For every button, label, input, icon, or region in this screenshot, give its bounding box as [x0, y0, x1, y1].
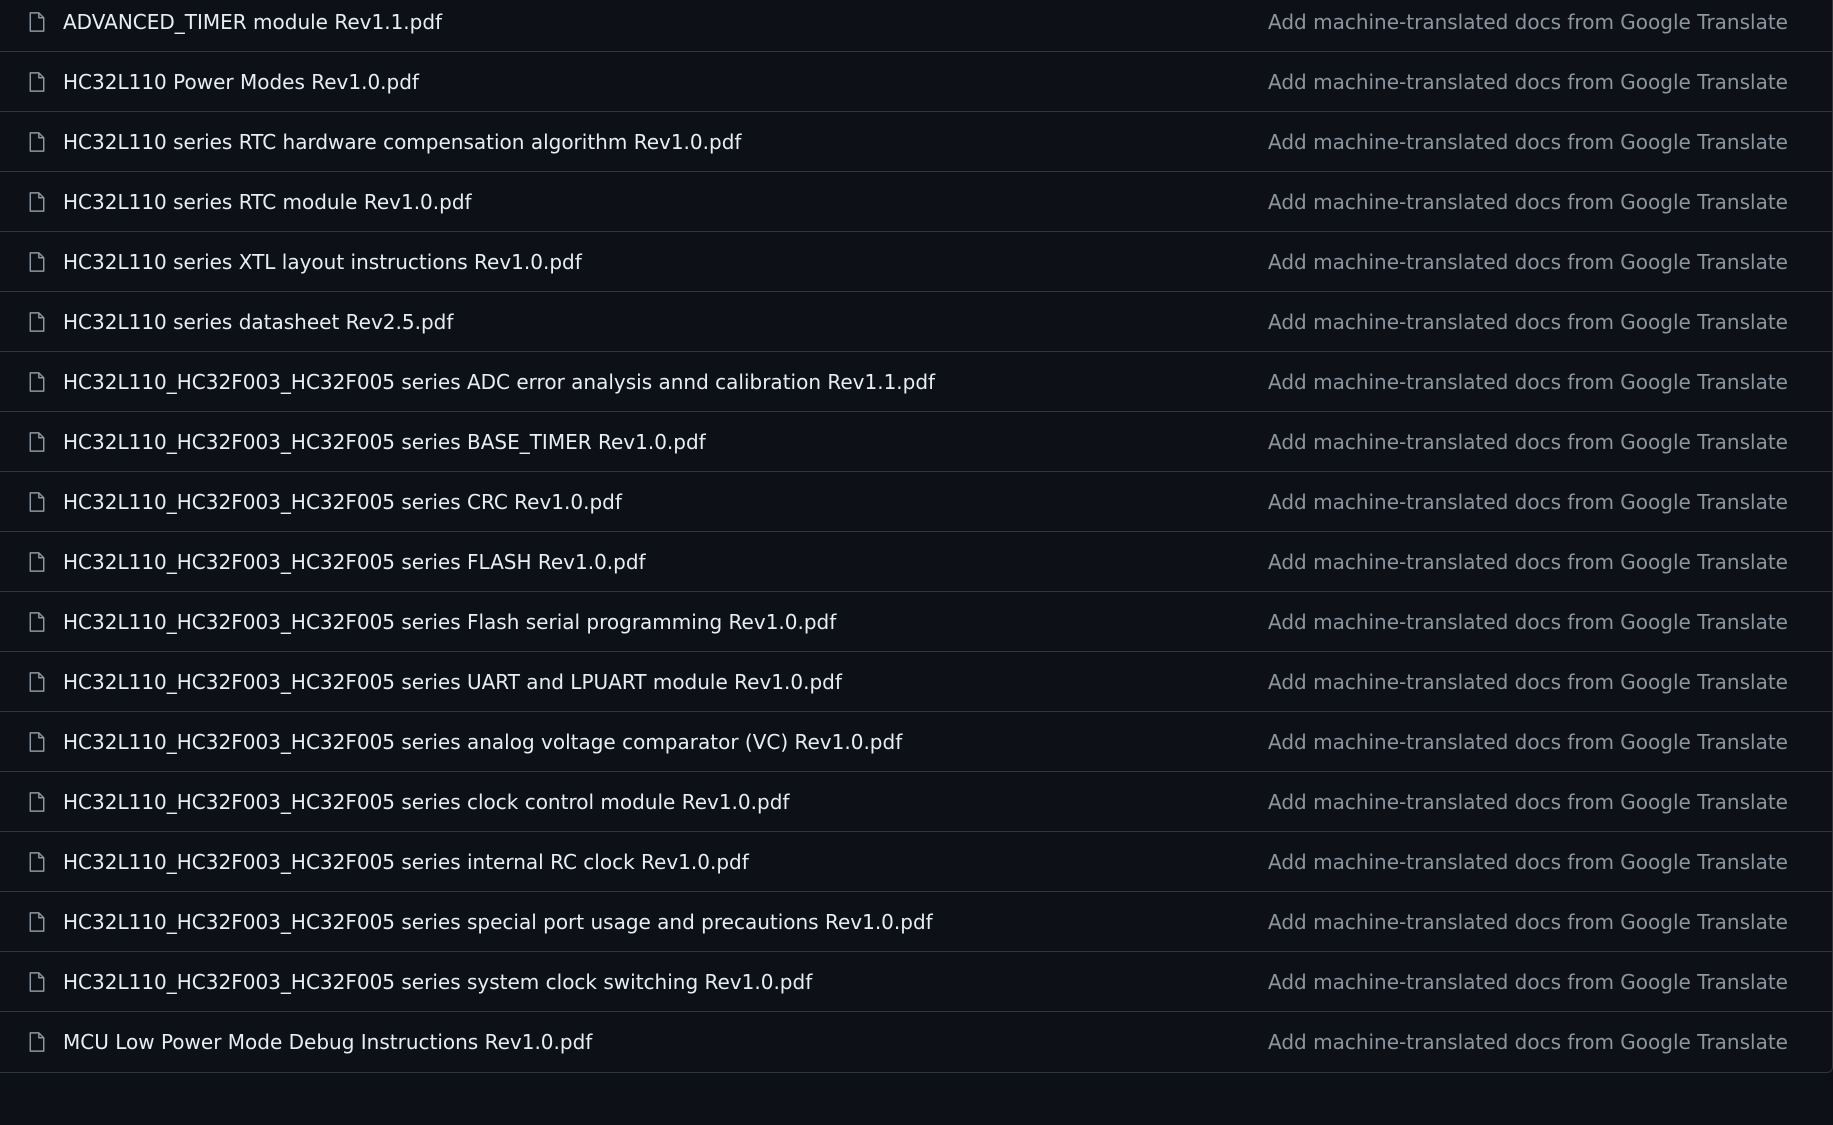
commit-message-link[interactable]: Add machine-translated docs from Google …: [1268, 610, 1788, 634]
commit-message-link[interactable]: Add machine-translated docs from Google …: [1268, 70, 1788, 94]
file-icon: [25, 310, 49, 334]
file-icon: [25, 430, 49, 454]
file-row[interactable]: HC32L110_HC32F003_HC32F005 series system…: [0, 952, 1832, 1012]
file-name-link[interactable]: HC32L110_HC32F003_HC32F005 series FLASH …: [63, 550, 1268, 574]
file-row[interactable]: HC32L110_HC32F003_HC32F005 series CRC Re…: [0, 472, 1832, 532]
file-name-link[interactable]: HC32L110_HC32F003_HC32F005 series analog…: [63, 730, 1268, 754]
file-icon: [25, 490, 49, 514]
file-icon: [25, 70, 49, 94]
file-name-link[interactable]: HC32L110_HC32F003_HC32F005 series ADC er…: [63, 370, 1268, 394]
file-icon: [25, 10, 49, 34]
commit-message-link[interactable]: Add machine-translated docs from Google …: [1268, 430, 1788, 454]
file-row[interactable]: HC32L110_HC32F003_HC32F005 series ADC er…: [0, 352, 1832, 412]
file-icon: [25, 730, 49, 754]
file-name-link[interactable]: HC32L110_HC32F003_HC32F005 series Flash …: [63, 610, 1268, 634]
file-row[interactable]: HC32L110 series XTL layout instructions …: [0, 232, 1832, 292]
file-icon: [25, 910, 49, 934]
file-row[interactable]: HC32L110_HC32F003_HC32F005 series BASE_T…: [0, 412, 1832, 472]
file-name-link[interactable]: HC32L110_HC32F003_HC32F005 series BASE_T…: [63, 430, 1268, 454]
file-row[interactable]: HC32L110 series RTC module Rev1.0.pdf Add…: [0, 172, 1832, 232]
commit-message-link[interactable]: Add machine-translated docs from Google …: [1268, 730, 1788, 754]
file-name-link[interactable]: ADVANCED_TIMER module Rev1.1.pdf: [63, 10, 1268, 34]
file-icon: [25, 790, 49, 814]
file-row[interactable]: HC32L110_HC32F003_HC32F005 series clock …: [0, 772, 1832, 832]
file-row[interactable]: HC32L110 Power Modes Rev1.0.pdf Add machi…: [0, 52, 1832, 112]
file-row[interactable]: HC32L110_HC32F003_HC32F005 series Flash …: [0, 592, 1832, 652]
file-icon: [25, 250, 49, 274]
file-row[interactable]: HC32L110_HC32F003_HC32F005 series FLASH …: [0, 532, 1832, 592]
commit-message-link[interactable]: Add machine-translated docs from Google …: [1268, 790, 1788, 814]
file-row[interactable]: HC32L110 series RTC hardware compensatio…: [0, 112, 1832, 172]
commit-message-link[interactable]: Add machine-translated docs from Google …: [1268, 970, 1788, 994]
file-name-link[interactable]: MCU Low Power Mode Debug Instructions Re…: [63, 1030, 1268, 1054]
file-row[interactable]: HC32L110_HC32F003_HC32F005 series intern…: [0, 832, 1832, 892]
file-icon: [25, 970, 49, 994]
commit-message-link[interactable]: Add machine-translated docs from Google …: [1268, 370, 1788, 394]
file-name-link[interactable]: HC32L110 series datasheet Rev2.5.pdf: [63, 310, 1268, 334]
commit-message-link[interactable]: Add machine-translated docs from Google …: [1268, 850, 1788, 874]
file-name-link[interactable]: HC32L110 series RTC hardware compensatio…: [63, 130, 1268, 154]
file-icon: [25, 370, 49, 394]
file-name-link[interactable]: HC32L110 series XTL layout instructions …: [63, 250, 1268, 274]
file-name-link[interactable]: HC32L110_HC32F003_HC32F005 series clock …: [63, 790, 1268, 814]
commit-message-link[interactable]: Add machine-translated docs from Google …: [1268, 670, 1788, 694]
file-row[interactable]: HC32L110_HC32F003_HC32F005 series analog…: [0, 712, 1832, 772]
file-icon: [25, 130, 49, 154]
file-list: ADVANCED_TIMER module Rev1.1.pdf Add mach…: [0, 0, 1833, 1073]
file-name-link[interactable]: HC32L110 Power Modes Rev1.0.pdf: [63, 70, 1268, 94]
file-name-link[interactable]: HC32L110_HC32F003_HC32F005 series UART a…: [63, 670, 1268, 694]
file-row[interactable]: MCU Low Power Mode Debug Instructions Re…: [0, 1012, 1832, 1072]
commit-message-link[interactable]: Add machine-translated docs from Google …: [1268, 190, 1788, 214]
file-name-link[interactable]: HC32L110_HC32F003_HC32F005 series system…: [63, 970, 1268, 994]
file-icon: [25, 850, 49, 874]
file-row[interactable]: HC32L110 series datasheet Rev2.5.pdf Add …: [0, 292, 1832, 352]
file-icon: [25, 1030, 49, 1054]
commit-message-link[interactable]: Add machine-translated docs from Google …: [1268, 310, 1788, 334]
file-row[interactable]: HC32L110_HC32F003_HC32F005 series specia…: [0, 892, 1832, 952]
file-icon: [25, 550, 49, 574]
file-name-link[interactable]: HC32L110_HC32F003_HC32F005 series intern…: [63, 850, 1268, 874]
commit-message-link[interactable]: Add machine-translated docs from Google …: [1268, 130, 1788, 154]
file-row[interactable]: HC32L110_HC32F003_HC32F005 series UART a…: [0, 652, 1832, 712]
commit-message-link[interactable]: Add machine-translated docs from Google …: [1268, 10, 1788, 34]
file-name-link[interactable]: HC32L110_HC32F003_HC32F005 series CRC Re…: [63, 490, 1268, 514]
commit-message-link[interactable]: Add machine-translated docs from Google …: [1268, 490, 1788, 514]
file-icon: [25, 190, 49, 214]
commit-message-link[interactable]: Add machine-translated docs from Google …: [1268, 250, 1788, 274]
commit-message-link[interactable]: Add machine-translated docs from Google …: [1268, 550, 1788, 574]
file-name-link[interactable]: HC32L110_HC32F003_HC32F005 series specia…: [63, 910, 1268, 934]
file-name-link[interactable]: HC32L110 series RTC module Rev1.0.pdf: [63, 190, 1268, 214]
file-icon: [25, 610, 49, 634]
commit-message-link[interactable]: Add machine-translated docs from Google …: [1268, 1030, 1788, 1054]
file-icon: [25, 670, 49, 694]
commit-message-link[interactable]: Add machine-translated docs from Google …: [1268, 910, 1788, 934]
file-row[interactable]: ADVANCED_TIMER module Rev1.1.pdf Add mach…: [0, 0, 1832, 52]
